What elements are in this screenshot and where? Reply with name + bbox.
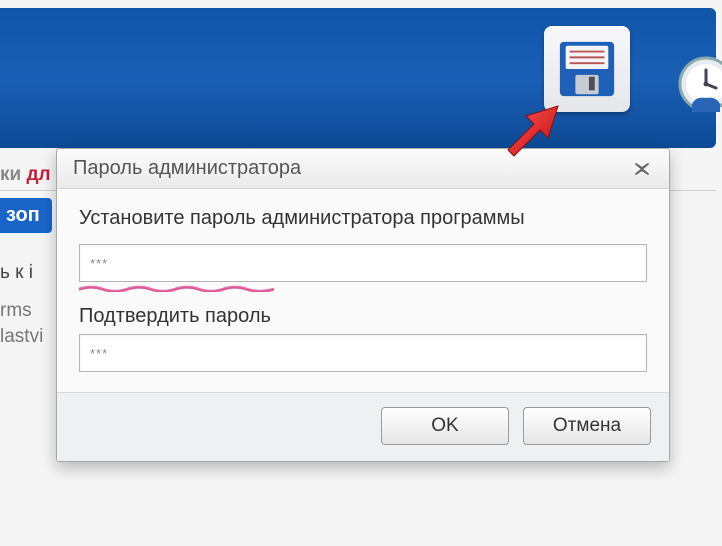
dialog-title: Пароль администратора	[73, 157, 301, 180]
pointer-arrow	[498, 96, 568, 166]
bg-fragment-5: lastvi	[0, 326, 43, 348]
dialog-body: Установите пароль администратора програм…	[57, 189, 669, 392]
password-dialog: Пароль администратора Установите пароль …	[56, 148, 670, 462]
app-header-banner	[0, 8, 716, 148]
confirm-password-label: Подтвердить пароль	[79, 305, 647, 328]
bg-fragment-3: ь к і	[0, 262, 33, 284]
dialog-footer: OK Отмена	[57, 392, 669, 461]
close-icon	[633, 163, 651, 175]
bg-fragment-4: rms	[0, 300, 32, 322]
floppy-disk-icon	[556, 38, 618, 100]
cancel-button[interactable]: Отмена	[523, 407, 651, 445]
close-button[interactable]	[625, 159, 659, 179]
annotation-underline	[79, 285, 274, 292]
bg-blue-badge: зоп	[0, 198, 52, 233]
dialog-titlebar: Пароль администратора	[57, 149, 669, 189]
clock-icon	[676, 54, 722, 114]
bg-fragment-1: ки дл	[0, 164, 51, 186]
password-input[interactable]	[79, 244, 647, 282]
set-password-label: Установите пароль администратора програм…	[79, 207, 647, 230]
confirm-password-input[interactable]	[79, 334, 647, 372]
ok-button[interactable]: OK	[381, 407, 509, 445]
